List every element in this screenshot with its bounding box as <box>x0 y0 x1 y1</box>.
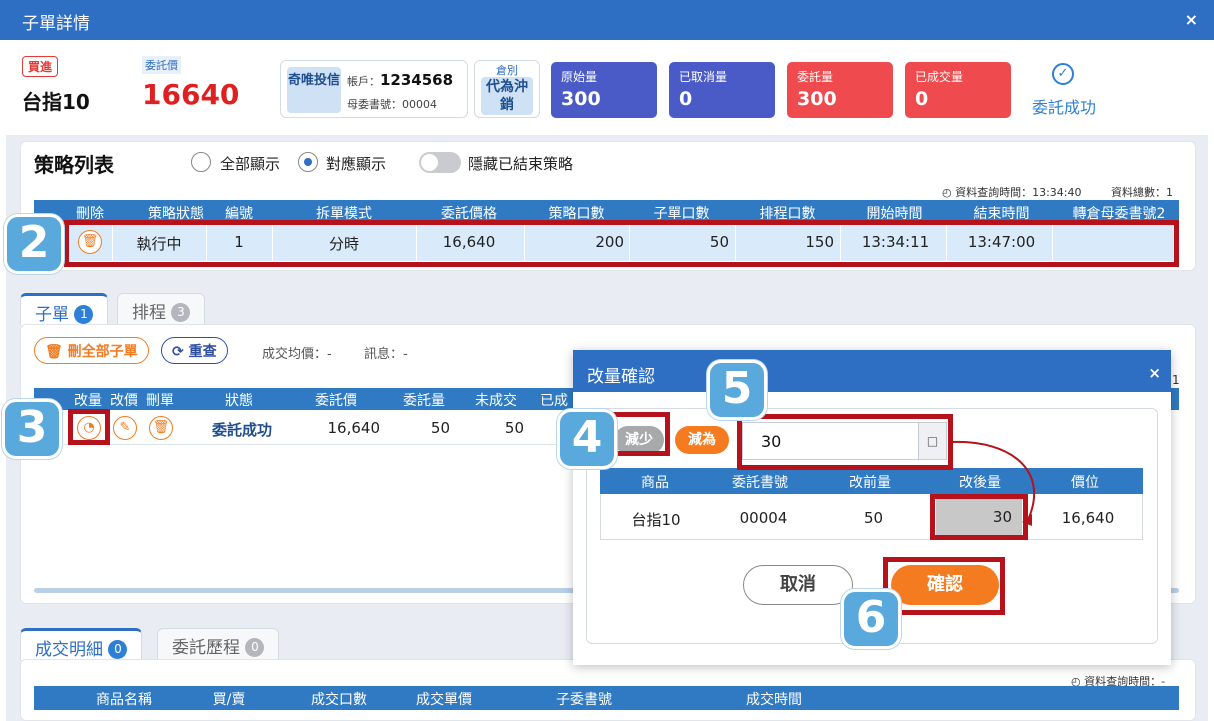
avg-fill-price: 成交均價：- <box>262 347 332 362</box>
highlight-quantity-input <box>737 414 953 470</box>
account-card: 奇唯投信 帳戶：1234568 母委書號：00004 <box>280 60 468 118</box>
radio-show-matched[interactable] <box>298 152 318 172</box>
col-status: 狀態 <box>225 393 253 409</box>
highlight-strategy-row <box>64 220 1179 267</box>
price-label: 委託價 <box>142 56 181 74</box>
strategy-query-time: ◴ 資料查詢時間：13:34:40 <box>942 186 1082 199</box>
col-fill-price: 成交單價 <box>416 692 472 708</box>
parent-order-line: 母委書號：00004 <box>347 98 437 111</box>
account-line: 帳戶：1234568 <box>347 71 454 89</box>
tab-schedule[interactable]: 排程 3 <box>117 293 206 325</box>
tab-order-history[interactable]: 委託歷程 0 <box>157 628 280 660</box>
arrow-icon <box>951 440 1035 526</box>
col-product: 商品 <box>641 475 669 491</box>
qty-ordered: 委託量 300 <box>787 62 893 118</box>
modal-title: 改量確認 <box>587 367 655 387</box>
hammer-icon[interactable]: ✎ <box>113 416 137 440</box>
highlight-change-qty <box>68 409 110 445</box>
radio-show-all-label: 全部顯示 <box>220 155 281 173</box>
col-qty: 委託量 <box>403 393 445 409</box>
investor-type: 奇唯投信 <box>287 67 341 113</box>
window-title-bar: 子單詳情 × <box>0 0 1214 40</box>
col-filled: 已成 <box>540 393 568 409</box>
check-circle-icon: ✓ <box>1052 63 1074 85</box>
hide-finished-toggle[interactable] <box>419 152 461 173</box>
position-label: 倉別 <box>496 64 518 77</box>
modal-price: 16,640 <box>1061 509 1115 527</box>
step-badge-6: 6 <box>841 589 901 649</box>
col-buy-sell: 買/賣 <box>212 692 246 708</box>
message: 訊息：- <box>364 347 408 362</box>
side-badge: 買進 <box>22 56 59 77</box>
col-price-level: 價位 <box>1071 475 1099 491</box>
highlight-decrease <box>608 412 670 456</box>
cancel-button[interactable]: 取消 <box>743 565 853 605</box>
order-price: 16640 <box>142 78 240 111</box>
modal-title-bar: 改量確認 × <box>573 350 1171 392</box>
hide-finished-label: 隱藏已結束策略 <box>468 155 574 173</box>
modal-order-no: 00004 <box>739 509 788 527</box>
trash-icon[interactable]: 🗑 <box>149 416 173 440</box>
col-child-order-no: 子委書號 <box>556 692 612 708</box>
qty-filled: 已成交量 0 <box>905 62 1011 118</box>
symbol: 台指10 <box>22 90 90 114</box>
child-price: 16,640 <box>327 419 381 437</box>
col-change-price: 改價 <box>110 393 138 409</box>
requery-button[interactable]: ⟳ 重查 <box>161 337 228 364</box>
tab-fill-details[interactable]: 成交明細 0 <box>20 628 143 660</box>
fill-table-header: 商品名稱 買/賣 成交口數 成交單價 子委書號 成交時間 <box>34 686 1179 710</box>
strategy-total: 資料總數：1 <box>1111 186 1173 199</box>
delete-all-children-button[interactable]: 🗑 刪全部子單 <box>34 337 149 364</box>
qty-original: 原始量 300 <box>551 62 657 118</box>
child-qty-value: 50 <box>430 419 450 437</box>
set-to-button[interactable]: 減為 <box>675 426 729 454</box>
order-status: 委託成功 <box>1032 98 1097 117</box>
window-title: 子單詳情 <box>22 14 90 34</box>
step-badge-4: 4 <box>557 409 617 469</box>
col-fill-qty: 成交口數 <box>311 692 367 708</box>
modal-table-header: 商品 委託書號 改前量 改後量 價位 <box>600 468 1143 494</box>
col-order-no: 委託書號 <box>732 475 788 491</box>
modal-product: 台指10 <box>631 511 681 529</box>
position-card: 倉別 代為沖銷 <box>474 60 540 118</box>
close-icon[interactable]: × <box>1185 10 1198 29</box>
radio-show-matched-label: 對應顯示 <box>326 155 387 173</box>
child-order-row[interactable]: 委託成功 16,640 50 50 <box>64 410 574 445</box>
step-badge-2: 2 <box>4 214 64 274</box>
modal-table-row: 台指10 00004 50 16,640 <box>600 494 1143 540</box>
col-change-qty: 改量 <box>74 393 102 409</box>
col-unfilled: 未成交 <box>475 393 517 409</box>
tab-child-orders[interactable]: 子單 1 <box>20 293 109 325</box>
col-delete-order: 刪單 <box>146 393 174 409</box>
child-unfilled: 50 <box>504 419 524 437</box>
col-fill-time: 成交時間 <box>746 692 802 708</box>
position-value: 代為沖銷 <box>481 77 533 115</box>
strategy-title: 策略列表 <box>34 153 114 177</box>
col-product-name: 商品名稱 <box>96 692 152 708</box>
col-before-qty: 改前量 <box>849 475 891 491</box>
stray-digit: 1 <box>1172 373 1180 387</box>
highlight-confirm <box>883 557 1005 615</box>
child-status: 委託成功 <box>211 421 272 439</box>
close-icon[interactable]: × <box>1148 364 1161 382</box>
col-price: 委託價 <box>315 393 357 409</box>
radio-show-all[interactable] <box>191 152 211 172</box>
modal-before-qty: 50 <box>863 509 884 527</box>
qty-cancelled: 已取消量 0 <box>669 62 775 118</box>
step-badge-5: 5 <box>707 360 767 420</box>
step-badge-3: 3 <box>2 399 62 459</box>
